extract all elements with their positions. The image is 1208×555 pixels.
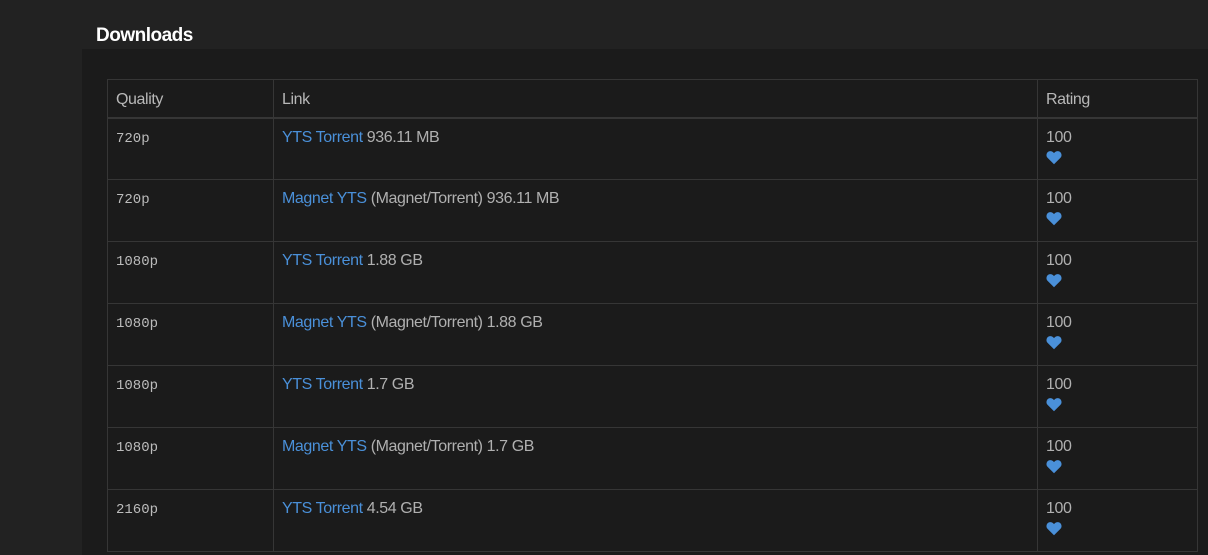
rating-cell: 100: [1037, 427, 1198, 490]
download-link[interactable]: YTS Torrent: [282, 129, 363, 146]
quality-cell: 1080p: [107, 427, 274, 490]
downloads-panel: Quality Link Rating 720p YTS Torrent 936…: [82, 49, 1208, 555]
quality-cell: 2160p: [107, 489, 274, 552]
link-cell: Magnet YTS (Magnet/Torrent) 936.11 MB: [273, 179, 1038, 242]
rating-value: 100: [1046, 252, 1072, 269]
quality-cell: 720p: [107, 117, 274, 180]
heart-icon[interactable]: [1046, 211, 1062, 226]
rating-cell: 100: [1037, 489, 1198, 552]
rating-value: 100: [1046, 190, 1072, 207]
table-row: 1080p YTS Torrent 1.7 GB 100: [107, 365, 1198, 428]
header-link: Link: [273, 79, 1038, 119]
heart-icon[interactable]: [1046, 335, 1062, 350]
download-details: (Magnet/Torrent) 1.7 GB: [366, 438, 535, 455]
header-row: Quality Link Rating: [107, 79, 1198, 119]
download-details: (Magnet/Torrent) 936.11 MB: [366, 190, 560, 207]
download-details: 1.88 GB: [362, 252, 423, 269]
downloads-table: Quality Link Rating 720p YTS Torrent 936…: [107, 79, 1198, 552]
page: Downloads Quality Link Rating 720p YTS T…: [0, 0, 1208, 555]
download-link[interactable]: Magnet YTS: [282, 314, 367, 331]
download-link[interactable]: YTS Torrent: [282, 252, 363, 269]
download-details: 936.11 MB: [362, 128, 440, 146]
table-row: 720p YTS Torrent 936.11 MB 100: [107, 117, 1198, 180]
heart-icon[interactable]: [1046, 150, 1062, 165]
download-link[interactable]: YTS Torrent: [282, 500, 363, 517]
rating-cell: 100: [1037, 303, 1198, 366]
table-row: 720p Magnet YTS (Magnet/Torrent) 936.11 …: [107, 179, 1198, 242]
table-row: 2160p YTS Torrent 4.54 GB 100: [107, 489, 1198, 552]
header-rating: Rating: [1037, 79, 1198, 119]
link-cell: Magnet YTS (Magnet/Torrent) 1.88 GB: [273, 303, 1038, 366]
link-cell: Magnet YTS (Magnet/Torrent) 1.7 GB: [273, 427, 1038, 490]
download-details: 1.7 GB: [362, 376, 415, 393]
quality-cell: 1080p: [107, 303, 274, 366]
table-header: Quality Link Rating: [107, 79, 1198, 119]
quality-cell: 1080p: [107, 241, 274, 304]
heart-icon[interactable]: [1046, 521, 1062, 536]
downloads-heading: Downloads: [96, 25, 193, 46]
table-row: 1080p Magnet YTS (Magnet/Torrent) 1.88 G…: [107, 303, 1198, 366]
rating-cell: 100: [1037, 365, 1198, 428]
rating-cell: 100: [1037, 241, 1198, 304]
quality-cell: 720p: [107, 179, 274, 242]
link-cell: YTS Torrent 936.11 MB: [273, 117, 1038, 180]
header-quality: Quality: [107, 79, 274, 119]
rating-value: 100: [1046, 314, 1072, 331]
rating-value: 100: [1046, 376, 1072, 393]
table-row: 1080p Magnet YTS (Magnet/Torrent) 1.7 GB…: [107, 427, 1198, 490]
download-link[interactable]: Magnet YTS: [282, 190, 367, 207]
table-body: 720p YTS Torrent 936.11 MB 100 720p Magn…: [107, 117, 1198, 552]
table-row: 1080p YTS Torrent 1.88 GB 100: [107, 241, 1198, 304]
quality-cell: 1080p: [107, 365, 274, 428]
link-cell: YTS Torrent 4.54 GB: [273, 489, 1038, 552]
heart-icon[interactable]: [1046, 459, 1062, 474]
link-cell: YTS Torrent 1.88 GB: [273, 241, 1038, 304]
heart-icon[interactable]: [1046, 397, 1062, 412]
rating-value: 100: [1046, 128, 1072, 146]
download-details: 4.54 GB: [362, 500, 423, 517]
download-details: (Magnet/Torrent) 1.88 GB: [366, 314, 543, 331]
rating-cell: 100: [1037, 117, 1198, 180]
download-link[interactable]: YTS Torrent: [282, 376, 363, 393]
rating-value: 100: [1046, 500, 1072, 517]
link-cell: YTS Torrent 1.7 GB: [273, 365, 1038, 428]
heart-icon[interactable]: [1046, 273, 1062, 288]
rating-cell: 100: [1037, 179, 1198, 242]
download-link[interactable]: Magnet YTS: [282, 438, 367, 455]
rating-value: 100: [1046, 438, 1072, 455]
